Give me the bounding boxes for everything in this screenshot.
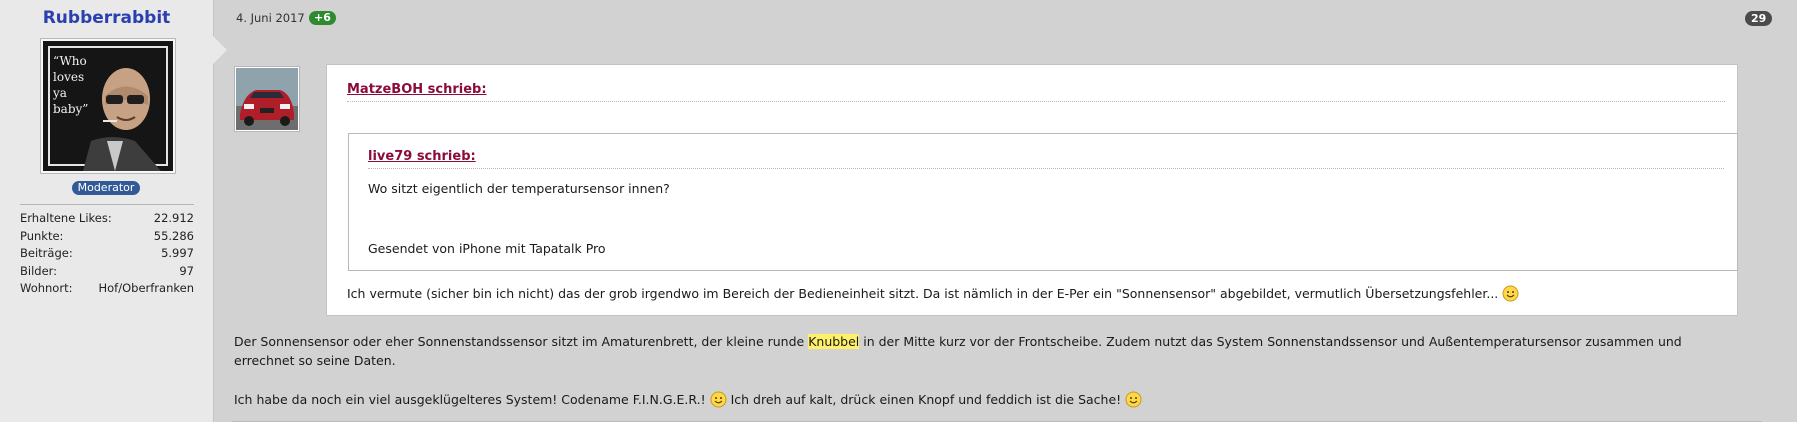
svg-text:“Who: “Who bbox=[53, 54, 87, 68]
reply-paragraph-2: Ich habe da noch ein viel ausgeklügelter… bbox=[234, 390, 1142, 409]
username-link[interactable]: Rubberrabbit bbox=[0, 8, 213, 28]
stat-value: 55.286 bbox=[153, 228, 194, 243]
quote-user-avatar[interactable] bbox=[234, 66, 300, 132]
reply-text: Ich dreh auf kalt, drück einen Knopf und… bbox=[726, 392, 1122, 407]
quote-block: MatzeBOH schrieb: live79 schrieb: Wo sit… bbox=[326, 64, 1738, 316]
stats-divider bbox=[20, 204, 194, 205]
stat-images: Bilder: 97 bbox=[20, 263, 194, 281]
user-stats: Erhaltene Likes: 22.912 Punkte: 55.286 B… bbox=[20, 210, 194, 298]
svg-text:loves: loves bbox=[53, 70, 84, 84]
quote-text-content: Ich vermute (sicher bin ich nicht) das d… bbox=[347, 286, 1499, 301]
stat-label: Punkte: bbox=[20, 228, 64, 243]
quote-text: Ich vermute (sicher bin ich nicht) das d… bbox=[347, 285, 1519, 302]
reaction-score-badge[interactable]: +6 bbox=[309, 11, 336, 25]
smiley-icon bbox=[1502, 285, 1519, 302]
forum-post: Rubberrabbit “Who loves ya baby” Moderat… bbox=[0, 0, 1797, 422]
stat-label: Wohnort: bbox=[20, 281, 73, 295]
user-sidebar: Rubberrabbit “Who loves ya baby” Moderat… bbox=[0, 0, 214, 422]
reply-text: Der Sonnensensor oder eher Sonnenstandss… bbox=[234, 334, 809, 349]
stat-location: Wohnort: Hof/Oberfranken bbox=[20, 280, 194, 298]
reply-text: Ich habe da noch ein viel ausgeklügelter… bbox=[234, 392, 706, 407]
stat-value: 22.912 bbox=[153, 211, 194, 225]
svg-text:ya: ya bbox=[52, 86, 67, 100]
smiley-icon bbox=[710, 391, 727, 408]
stat-value: Hof/Oberfranken bbox=[98, 281, 195, 295]
post-number-badge[interactable]: 29 bbox=[1745, 11, 1773, 26]
sidebar-pointer-arrow bbox=[213, 36, 227, 64]
stat-value: 5.997 bbox=[161, 246, 194, 260]
svg-text:baby”: baby” bbox=[53, 102, 88, 116]
nested-quote-block: live79 schrieb: Wo sitzt eigentlich der … bbox=[348, 133, 1738, 271]
stat-posts: Beiträge: 5.997 bbox=[20, 245, 194, 263]
quote-author-link[interactable]: MatzeBOH schrieb: bbox=[347, 82, 1725, 102]
stat-likes: Erhaltene Likes: 22.912 bbox=[20, 210, 194, 228]
nested-quote-author-link[interactable]: live79 schrieb: bbox=[368, 149, 1724, 169]
stat-points: Punkte: 55.286 bbox=[20, 228, 194, 246]
reply-paragraph-1: Der Sonnensensor oder eher Sonnenstandss… bbox=[234, 332, 1734, 370]
post-date[interactable]: 4. Juni 2017 bbox=[236, 11, 305, 25]
highlighted-word: Knubbel bbox=[808, 334, 860, 349]
nested-quote-text: Wo sitzt eigentlich der temperatursensor… bbox=[368, 181, 670, 196]
smiley-icon bbox=[1125, 391, 1142, 408]
stat-label: Beiträge: bbox=[20, 246, 73, 260]
moderator-badge: Moderator bbox=[72, 181, 140, 195]
user-avatar[interactable]: “Who loves ya baby” bbox=[40, 38, 176, 174]
stat-label: Bilder: bbox=[20, 263, 58, 278]
stat-value: 97 bbox=[179, 263, 194, 278]
stat-label: Erhaltene Likes: bbox=[20, 211, 112, 225]
nested-quote-signature: Gesendet von iPhone mit Tapatalk Pro bbox=[368, 241, 606, 256]
